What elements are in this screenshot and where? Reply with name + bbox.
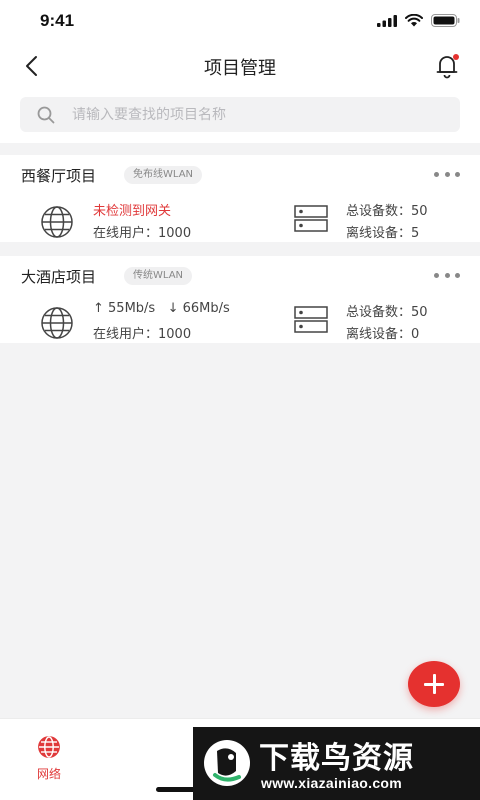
status-time: 9:41 [40, 11, 75, 30]
battery-icon [431, 14, 460, 27]
bird-logo-icon [204, 740, 250, 786]
more-dot [434, 171, 439, 177]
tab-network-label: 网络 [36, 767, 61, 781]
search-icon [37, 106, 55, 124]
server-icon [294, 306, 328, 333]
online-users: 在线用户：1000 [93, 226, 192, 241]
globe-icon [41, 307, 73, 339]
watermark-title: 下载鸟资源 [259, 741, 414, 776]
project-card[interactable]: 西餐厅项目 免布线WLAN 未检测到网关 在线用户：1000 总设备数：50 离… [0, 155, 480, 242]
signal-icon [377, 14, 397, 27]
project-name: 西餐厅项目 [21, 167, 97, 185]
total-devices: 总设备数：50 [346, 305, 428, 320]
download-speed: ↓ 66Mb/s [167, 301, 230, 316]
status-icons [377, 14, 460, 27]
wifi-icon [405, 14, 423, 27]
add-project-button[interactable] [408, 661, 460, 707]
offline-devices: 离线设备：0 [346, 327, 420, 342]
nav-bar: 项目管理 [0, 44, 480, 88]
status-bar: 9:41 [0, 0, 480, 44]
more-dot [434, 272, 439, 278]
online-users: 在线用户：1000 [93, 327, 192, 342]
globe-icon [41, 206, 73, 238]
search-bar [0, 88, 480, 143]
project-type-badge: 免布线WLAN [124, 166, 203, 184]
more-dot [444, 171, 450, 177]
tab-network[interactable]: 网络 [25, 735, 73, 782]
gateway-status: 未检测到网关 [93, 204, 172, 219]
project-name: 大酒店项目 [21, 268, 97, 286]
notification-button[interactable] [432, 51, 462, 81]
watermark-url: www.xiazainiao.com [261, 775, 403, 791]
globe-icon [38, 736, 60, 758]
more-dot [455, 171, 460, 177]
more-button[interactable] [434, 165, 460, 183]
server-icon [294, 205, 328, 232]
search-input[interactable] [72, 97, 442, 132]
project-type-badge: 传统WLAN [124, 267, 193, 285]
more-dot [455, 272, 460, 278]
project-card[interactable]: 大酒店项目 传统WLAN ↑ 55Mb/s ↓ 66Mb/s 在线用户：1000… [0, 256, 480, 343]
speed-row: ↑ 55Mb/s ↓ 66Mb/s [93, 301, 230, 316]
upload-speed: ↑ 55Mb/s [93, 301, 156, 316]
total-devices: 总设备数：50 [346, 204, 428, 219]
bell-icon [436, 54, 459, 79]
page-title: 项目管理 [204, 58, 276, 79]
offline-devices: 离线设备：5 [346, 226, 420, 241]
search-box[interactable] [20, 97, 460, 132]
more-button[interactable] [434, 266, 460, 284]
more-dot [444, 272, 450, 278]
watermark: 下载鸟资源 www.xiazainiao.com [193, 727, 480, 800]
